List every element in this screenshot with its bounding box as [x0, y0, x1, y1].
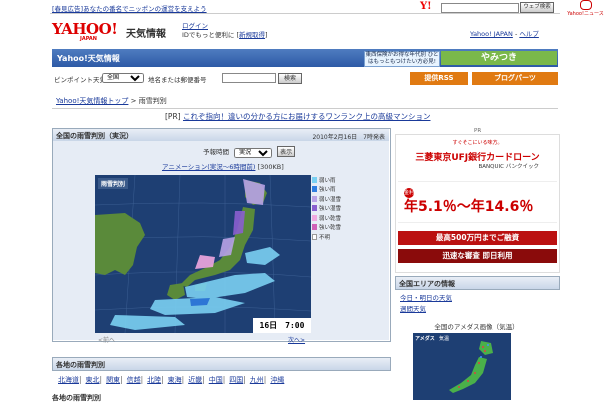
amedas-title: 全国のアメダス画像（気温） [434, 323, 519, 331]
legend-swatch [312, 176, 317, 183]
amedas-map[interactable]: アメダス 気温 [413, 333, 511, 400]
breadcrumb-current: 雨雪判別 [138, 97, 167, 105]
map-label: 雨雪判別 [98, 178, 129, 189]
region-link[interactable]: 近畿 [188, 375, 202, 385]
main-panel-header: 全国の雨雪判別（実況） 2010年2月16日 7時発表 [53, 129, 389, 141]
region-link[interactable]: 信越 [127, 375, 141, 385]
login-note: IDでもっと便利に [182, 31, 235, 39]
pinpoint-label: ピンポイント天気 [54, 76, 106, 84]
region-link[interactable]: 中国 [209, 375, 223, 385]
animation-size: [300KB] [257, 163, 284, 171]
region-link[interactable]: 沖縄 [270, 375, 284, 385]
divider [52, 108, 558, 109]
animation-line: アニメーション(実況〜6時間前) [300KB] [162, 161, 284, 171]
amedas-sub: 気温 [439, 336, 450, 342]
bottom-section-title: 各地の雨雪判別 [52, 394, 101, 402]
regions-header: 各地の雨雪判別 [52, 357, 391, 371]
prev-link[interactable]: <前へ [98, 335, 115, 344]
rate-text: 年5.1％〜年14.6％ [404, 199, 534, 215]
regions-title: 各地の雨雪判別 [56, 361, 105, 369]
web-search-input[interactable] [441, 3, 519, 13]
area-header: 全国エリアの情報 [395, 276, 560, 290]
region-link[interactable]: 北陸 [147, 375, 161, 385]
region-link[interactable]: 九州 [250, 375, 264, 385]
service-title: 天気情報 [126, 29, 166, 40]
legend-item: 強い乾雪 [312, 223, 350, 233]
banner-yamitsuki[interactable]: やみつき [441, 51, 557, 65]
region-links: 北海道 | 東北 | 関東 | 信越 | 北陸 | 東海 | 近畿 | 中国 | 四国 | 九州 |… [58, 375, 285, 385]
region-link[interactable]: 東北 [86, 375, 100, 385]
area-title: 全国エリアの情報 [399, 280, 455, 288]
map-time: 16日 7:00 [253, 318, 311, 333]
next-link[interactable]: 次へ> [288, 335, 305, 344]
today-tomorrow-link[interactable]: 今日・明日の天気 [400, 294, 452, 302]
login-link[interactable]: ログイン [182, 22, 208, 30]
pr-line: [PR] これぞ指向！違いの分かる方にお届けするワンランク上の高級マンション [165, 111, 430, 122]
pr-link[interactable]: これぞ指向！違いの分かる方にお届けするワンランク上の高級マンション [183, 112, 431, 121]
animation-link[interactable]: アニメーション(実況〜6時間前) [162, 163, 255, 171]
rss-button[interactable]: 提供RSS [410, 72, 468, 85]
forecast-control: 予報時間 実況 表示 [203, 146, 296, 158]
login-area: ログイン IDでもっと便利に [新規取得] [182, 22, 268, 39]
web-search-button[interactable]: ウェブ検索 [520, 2, 554, 13]
legend-item: 弱い湿雪 [312, 194, 350, 204]
map-legend: 弱い雨 強い雨 弱い湿雪 強い湿雪 弱い乾雪 強い乾雪 不明 [312, 175, 350, 242]
register-link[interactable]: 新規取得 [239, 31, 265, 39]
pr-tag: [PR] [165, 112, 181, 121]
region-link[interactable]: 四国 [229, 375, 243, 385]
place-search-input[interactable] [222, 73, 276, 83]
legend-item: 強い雨 [312, 185, 350, 195]
banner-insurance[interactable]: 東西保険がお得な年代別 ひとはもっともつけたい方必見! [364, 51, 440, 67]
yahoo-japan-link[interactable]: Yahoo! JAPAN [470, 30, 513, 38]
legend-swatch [312, 233, 317, 240]
corner-badge[interactable]: Yahoo!ニュース [563, 0, 608, 17]
area-links: 今日・明日の天気 週間天気 [400, 293, 452, 315]
legend-item: 弱い乾雪 [312, 213, 350, 223]
side-ad[interactable]: すぐそこにいる味方。 三菱東京UFJ銀行カードローン BANQUIC バンクイッ… [395, 134, 560, 273]
legend-swatch [312, 195, 317, 202]
legend-item: 不明 [312, 232, 350, 242]
side-ad-brand: BANQUIC バンクイック [478, 164, 540, 170]
main-panel-title: 全国の雨雪判別（実況） [56, 132, 133, 140]
breadcrumb-sep: > [130, 97, 137, 105]
legend-swatch [312, 186, 317, 193]
legend-swatch [312, 205, 317, 212]
region-link[interactable]: 東海 [168, 375, 182, 385]
legend-item: 強い湿雪 [312, 204, 350, 214]
main-panel-date: 2010年2月16日 7時発表 [312, 134, 385, 141]
weekly-link[interactable]: 週間天気 [400, 305, 426, 313]
side-ad-loan: 最高500万円までご融資 [398, 231, 557, 245]
region-select[interactable]: 全国 [102, 73, 144, 83]
place-label: 地名または郵便番号 [148, 76, 207, 84]
legend-swatch [312, 214, 317, 221]
show-button[interactable]: 表示 [277, 146, 296, 157]
side-ad-rate-box: 金利 年5.1％〜年14.6％ [398, 181, 557, 223]
place-search-button[interactable]: 検索 [278, 73, 302, 84]
help-link[interactable]: ヘルプ [519, 30, 539, 38]
side-ad-tagline: すぐそこにいる味方。 [452, 140, 503, 146]
forecast-label: 予報時間 [203, 148, 229, 156]
breadcrumb-home[interactable]: Yahoo!天気情報トップ [56, 97, 128, 105]
side-ad-quick: 迅速な審査 即日利用 [398, 249, 557, 263]
amedas-label: アメダス [415, 336, 435, 342]
rain-snow-map: 雨雪判別 16日 7:00 [95, 175, 311, 333]
amedas-graphic [449, 341, 493, 393]
region-link[interactable]: 関東 [106, 375, 120, 385]
yahoo-mini-logo[interactable]: Y! [420, 1, 432, 12]
top-bar: [春見広告]あなたの番名でニッポンの運営を支えよう Y! ウェブ検索 Yahoo… [50, 0, 604, 17]
legend-item: 弱い雨 [312, 175, 350, 185]
forecast-select[interactable]: 実況 [234, 148, 273, 158]
top-ad-link[interactable]: [春見広告]あなたの番名でニッポンの運営を支えよう [52, 3, 207, 13]
yahoo-logo[interactable]: YAHOO! JAPAN [52, 22, 118, 43]
legend-swatch [312, 224, 317, 231]
header-links: Yahoo! JAPAN - ヘルプ [470, 30, 539, 38]
service-bar-title[interactable]: Yahoo!天気情報 [57, 53, 120, 64]
globe-icon [579, 0, 592, 10]
blog-parts-button[interactable]: ブログパーツ [472, 72, 558, 85]
breadcrumb: Yahoo!天気情報トップ > 雨雪判別 [56, 96, 167, 106]
map-graphic [95, 175, 311, 333]
region-link[interactable]: 北海道 [58, 375, 79, 385]
